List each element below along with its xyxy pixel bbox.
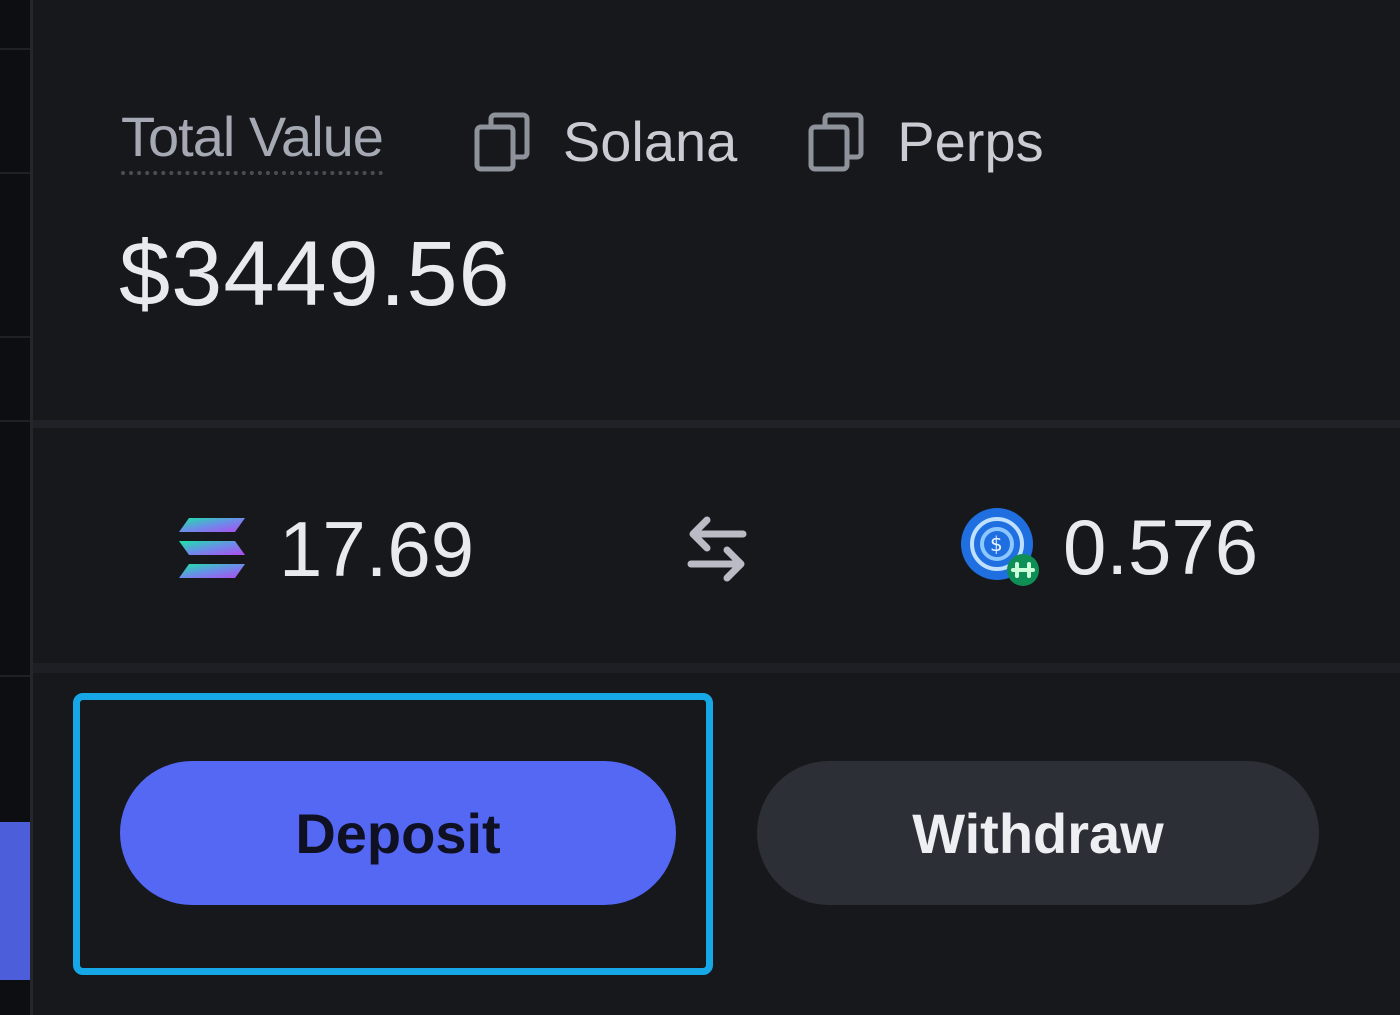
clipped-sidebar-button[interactable]	[0, 822, 30, 980]
sidebar-divider	[0, 336, 30, 338]
clipped-sidebar	[0, 0, 30, 1015]
svg-text:$: $	[990, 532, 1003, 556]
total-value-amount: $3449.56	[119, 223, 511, 325]
copy-icon	[474, 112, 530, 172]
sidebar-divider	[0, 675, 30, 677]
sidebar-divider	[0, 48, 30, 50]
copy-icon	[808, 112, 864, 172]
solana-logo-icon	[179, 518, 245, 578]
perps-address-link[interactable]: Perps	[807, 110, 1044, 173]
sidebar-divider	[0, 420, 30, 422]
section-divider	[33, 420, 1400, 428]
action-buttons: Deposit Withdraw	[33, 673, 1400, 1015]
solana-address-link[interactable]: Solana	[473, 111, 737, 173]
perps-token-icon: $	[961, 508, 1039, 586]
withdraw-button[interactable]: Withdraw	[757, 761, 1319, 905]
account-panel: Total Value Solana Perps $3449.56 17.69 …	[33, 0, 1400, 1015]
balances-row: 17.69 $ 0.576	[33, 428, 1400, 663]
total-value-label[interactable]: Total Value	[121, 109, 384, 175]
section-divider	[33, 663, 1400, 673]
sidebar-divider	[0, 172, 30, 174]
deposit-button[interactable]: Deposit	[120, 761, 676, 905]
perps-amount: 0.576	[1063, 503, 1259, 591]
sol-balance: 17.69	[177, 510, 474, 588]
solana-link-label: Solana	[562, 110, 738, 173]
perps-link-label: Perps	[897, 110, 1044, 173]
swap-arrows-icon[interactable]	[685, 514, 749, 584]
panel-header: Total Value Solana Perps $3449.56	[33, 0, 1400, 420]
header-tabs: Total Value Solana Perps	[121, 92, 1044, 192]
sol-amount: 17.69	[279, 505, 475, 593]
perps-balance: $ 0.576	[959, 506, 1258, 588]
app-root: Total Value Solana Perps $3449.56 17.69 …	[0, 0, 1400, 1015]
